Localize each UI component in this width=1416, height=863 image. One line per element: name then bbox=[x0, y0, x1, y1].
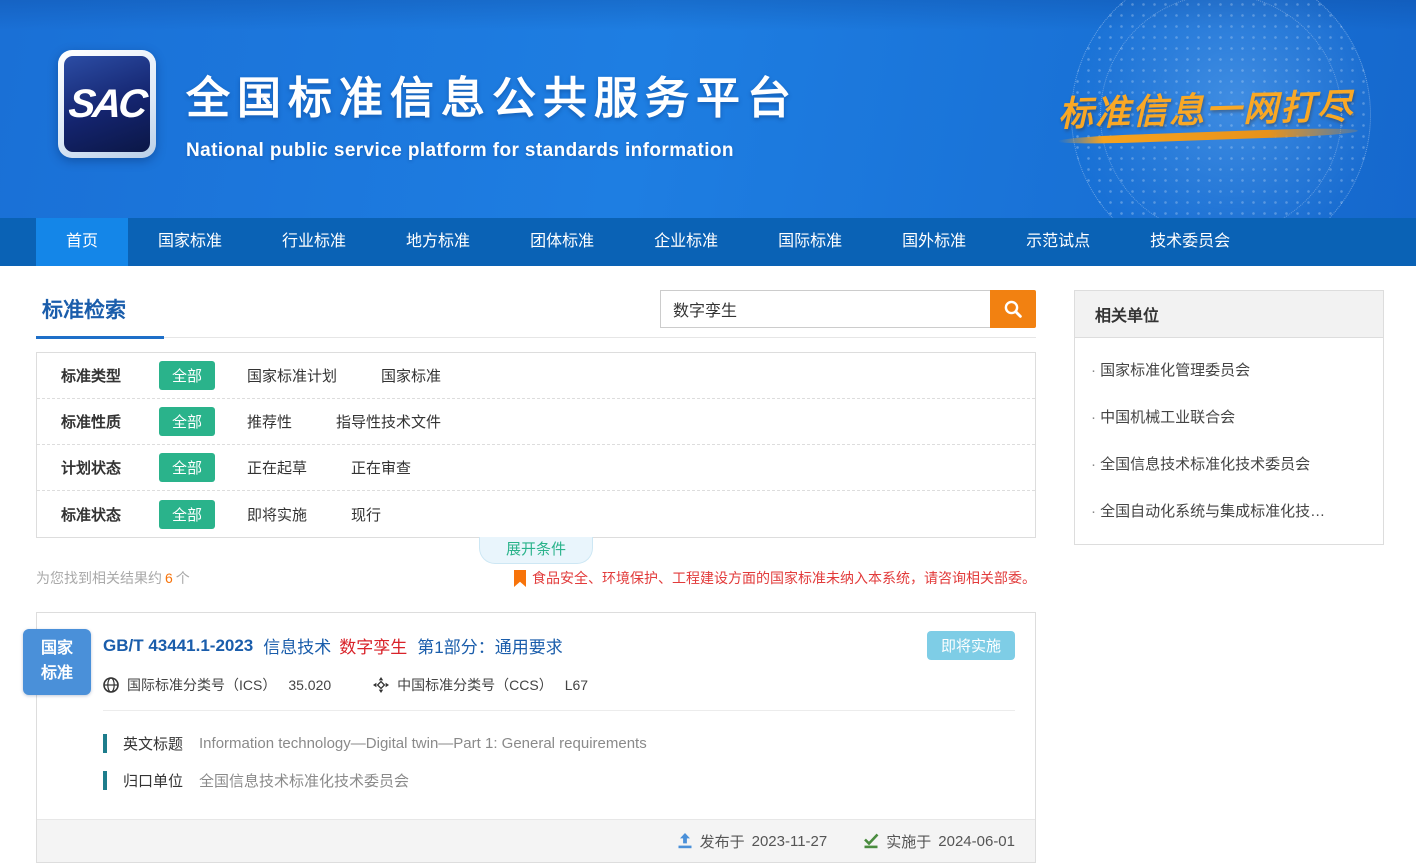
standard-title-part[interactable]: 信息技术 bbox=[263, 633, 331, 658]
page-title: 标准检索 bbox=[36, 290, 128, 324]
filter-option[interactable]: 现行 bbox=[351, 504, 381, 525]
filter-all-button[interactable]: 全部 bbox=[159, 361, 215, 390]
title-underline bbox=[36, 336, 164, 339]
check-icon bbox=[863, 833, 879, 849]
upload-icon bbox=[677, 833, 693, 849]
publish-date-item: 发布于 2023-11-27 bbox=[677, 831, 828, 852]
filter-label: 标准类型 bbox=[61, 365, 159, 386]
bookmark-icon bbox=[514, 570, 526, 587]
publish-date: 2023-11-27 bbox=[752, 833, 828, 850]
nav-item-enterprise-standards[interactable]: 企业标准 bbox=[624, 218, 748, 266]
ccs-classification: 中国标准分类号（CCS） L67 bbox=[373, 675, 588, 695]
main-nav: 首页 国家标准 行业标准 地方标准 团体标准 企业标准 国际标准 国外标准 示范… bbox=[0, 218, 1416, 266]
standard-result-card: 国家 标准 GB/T 43441.1-2023 信息技术 数字孪生 第1部分：通… bbox=[36, 612, 1036, 863]
filter-label: 计划状态 bbox=[61, 457, 159, 478]
result-count-number: 6 bbox=[162, 570, 176, 586]
field-bar bbox=[103, 734, 107, 753]
field-row-english-title: 英文标题 Information technology—Digital twin… bbox=[103, 733, 1015, 754]
field-bar bbox=[103, 771, 107, 790]
related-units-panel: 相关单位 国家标准化管理委员会 中国机械工业联合会 全国信息技术标准化技术委员会… bbox=[1074, 290, 1384, 545]
standard-type-badge: 国家 标准 bbox=[23, 629, 91, 695]
system-notice: 食品安全、环境保护、工程建设方面的国家标准未纳入本系统，请咨询相关部委。 bbox=[514, 568, 1036, 588]
site-subtitle: National public service platform for sta… bbox=[186, 140, 798, 162]
header-banner: SAC 全国标准信息公共服务平台 National public service… bbox=[0, 0, 1416, 218]
expand-conditions-button[interactable]: 展开条件 bbox=[479, 537, 593, 564]
field-row-committee: 归口单位 全国信息技术标准化技术委员会 bbox=[103, 770, 1015, 791]
standard-title-row: GB/T 43441.1-2023 信息技术 数字孪生 第1部分：通用要求 即将… bbox=[103, 631, 1015, 660]
ics-classification: 国际标准分类号（ICS） 35.020 bbox=[103, 675, 331, 695]
sac-logo: SAC bbox=[58, 50, 156, 158]
nav-item-industry-standards[interactable]: 行业标准 bbox=[252, 218, 376, 266]
filter-row-plan-status: 计划状态 全部 正在起草 正在审查 bbox=[37, 445, 1035, 491]
nav-item-local-standards[interactable]: 地方标准 bbox=[376, 218, 500, 266]
filter-option[interactable]: 推荐性 bbox=[247, 411, 292, 432]
ccs-label: 中国标准分类号（CCS） bbox=[397, 675, 553, 695]
related-unit-link[interactable]: 国家标准化管理委员会 bbox=[1075, 346, 1383, 393]
notice-text: 食品安全、环境保护、工程建设方面的国家标准未纳入本系统，请咨询相关部委。 bbox=[532, 568, 1036, 588]
related-unit-link[interactable]: 全国自动化系统与集成标准化技… bbox=[1075, 487, 1383, 534]
search-icon bbox=[1003, 299, 1023, 319]
nav-item-international-standards[interactable]: 国际标准 bbox=[748, 218, 872, 266]
filter-option[interactable]: 指导性技术文件 bbox=[336, 411, 441, 432]
nav-item-technical-committee[interactable]: 技术委员会 bbox=[1120, 218, 1260, 266]
search-button[interactable] bbox=[990, 290, 1036, 328]
result-count: 为您找到相关结果约6个 bbox=[36, 568, 190, 588]
standard-title-part[interactable]: 第1部分：通用要求 bbox=[417, 633, 562, 658]
filter-label: 标准性质 bbox=[61, 411, 159, 432]
implement-date-item: 实施于 2024-06-01 bbox=[863, 831, 1015, 852]
nav-item-group-standards[interactable]: 团体标准 bbox=[500, 218, 624, 266]
main-column: 标准检索 标准类型 全部 国家标准计划 国家标准 bbox=[36, 290, 1036, 863]
filter-label: 标准状态 bbox=[61, 504, 159, 525]
filter-option[interactable]: 即将实施 bbox=[247, 504, 307, 525]
globe-icon bbox=[103, 677, 119, 693]
filter-option[interactable]: 国家标准计划 bbox=[247, 365, 337, 386]
ics-value: 35.020 bbox=[288, 677, 331, 693]
page-content: 标准检索 标准类型 全部 国家标准计划 国家标准 bbox=[0, 266, 1416, 863]
results-info-row: 为您找到相关结果约6个 食品安全、环境保护、工程建设方面的国家标准未纳入本系统，… bbox=[36, 568, 1036, 588]
standard-code-link[interactable]: GB/T 43441.1-2023 bbox=[103, 636, 253, 656]
filter-option[interactable]: 国家标准 bbox=[381, 365, 441, 386]
filter-option[interactable]: 正在审查 bbox=[351, 457, 411, 478]
filter-row-standard-nature: 标准性质 全部 推荐性 指导性技术文件 bbox=[37, 399, 1035, 445]
status-badge: 即将实施 bbox=[927, 631, 1015, 660]
search-input[interactable] bbox=[660, 290, 990, 328]
filter-all-button[interactable]: 全部 bbox=[159, 453, 215, 482]
related-unit-link[interactable]: 全国信息技术标准化技术委员会 bbox=[1075, 440, 1383, 487]
card-footer: 发布于 2023-11-27 实施于 2024-06-01 bbox=[37, 819, 1035, 862]
standard-fields: 英文标题 Information technology—Digital twin… bbox=[103, 711, 1015, 811]
implement-date: 2024-06-01 bbox=[938, 833, 1015, 850]
nav-item-home[interactable]: 首页 bbox=[36, 218, 128, 266]
nav-item-pilot[interactable]: 示范试点 bbox=[996, 218, 1120, 266]
sac-logo-text: SAC bbox=[67, 82, 147, 127]
filter-row-standard-type: 标准类型 全部 国家标准计划 国家标准 bbox=[37, 353, 1035, 399]
search-section-head: 标准检索 bbox=[36, 290, 1036, 338]
filter-panel: 标准类型 全部 国家标准计划 国家标准 标准性质 全部 推荐性 指导性技术文件 … bbox=[36, 352, 1036, 538]
filter-row-standard-status: 标准状态 全部 即将实施 现行 bbox=[37, 491, 1035, 537]
site-title: 全国标准信息公共服务平台 bbox=[186, 62, 798, 126]
ics-label: 国际标准分类号（ICS） bbox=[127, 675, 276, 695]
nav-item-foreign-standards[interactable]: 国外标准 bbox=[872, 218, 996, 266]
nav-item-national-standards[interactable]: 国家标准 bbox=[128, 218, 252, 266]
related-units-title: 相关单位 bbox=[1075, 291, 1383, 338]
related-unit-link[interactable]: 中国机械工业联合会 bbox=[1075, 393, 1383, 440]
classification-row: 国际标准分类号（ICS） 35.020 bbox=[103, 675, 1015, 711]
ccs-value: L67 bbox=[565, 677, 588, 693]
compass-icon bbox=[373, 677, 389, 693]
filter-option[interactable]: 正在起草 bbox=[247, 457, 307, 478]
filter-all-button[interactable]: 全部 bbox=[159, 500, 215, 529]
standard-title-highlight[interactable]: 数字孪生 bbox=[339, 633, 407, 658]
filter-all-button[interactable]: 全部 bbox=[159, 407, 215, 436]
search-bar bbox=[660, 290, 1036, 328]
